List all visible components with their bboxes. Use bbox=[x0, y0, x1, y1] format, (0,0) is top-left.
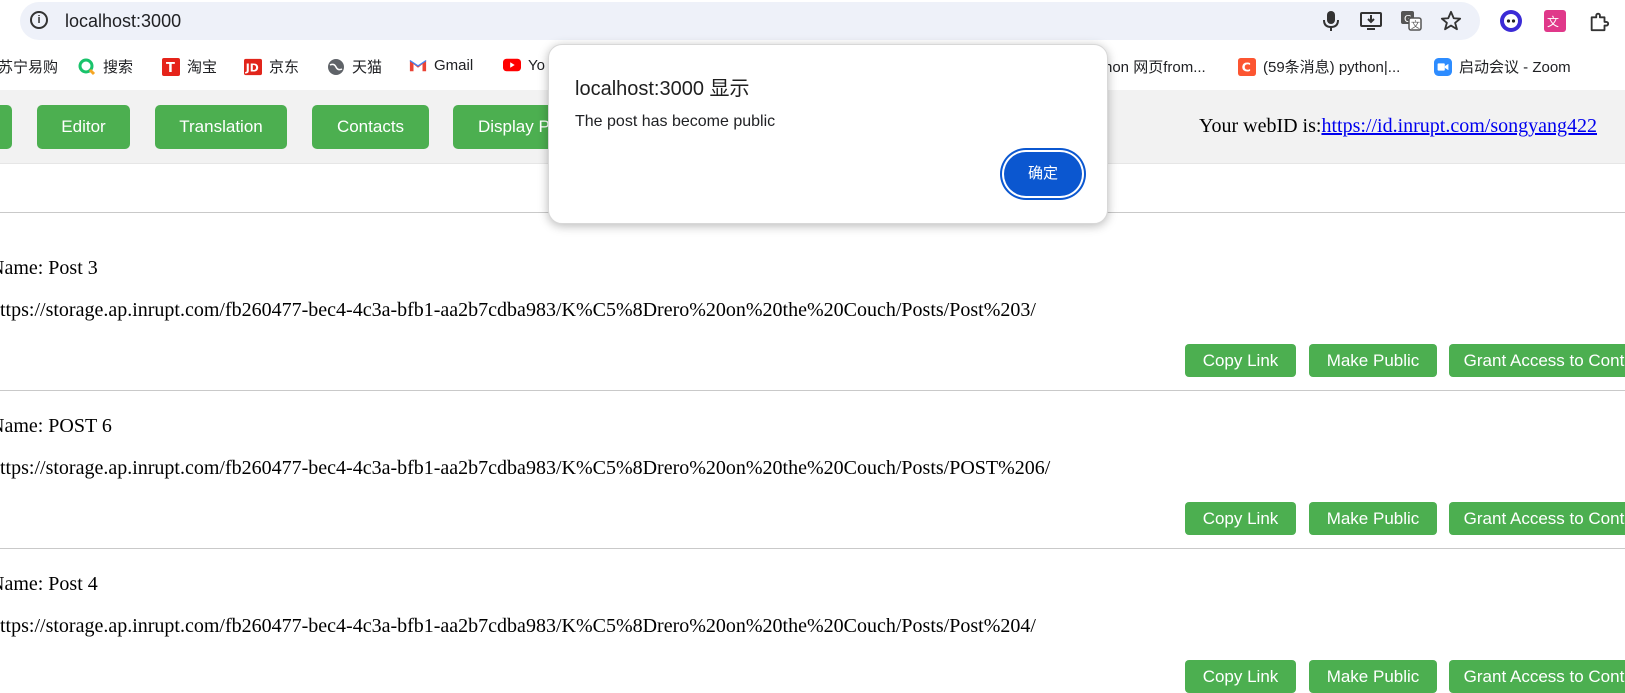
nav-button-translation[interactable]: Translation bbox=[155, 105, 287, 149]
bookmark-label: 京东 bbox=[269, 59, 300, 76]
youtube-icon bbox=[503, 56, 521, 74]
nav-button-hidden[interactable] bbox=[0, 105, 12, 149]
bookmark-zoom[interactable]: 启动会议 - Zoom bbox=[1434, 56, 1571, 77]
post-name: Name: POST 6 bbox=[0, 415, 112, 437]
bookmark-label: 苏宁易购 bbox=[0, 59, 59, 76]
bookmark-taobao[interactable]: T 淘宝 bbox=[162, 56, 217, 77]
bookmark-label: hon 网页from... bbox=[1104, 59, 1206, 76]
svg-text:JD: JD bbox=[245, 61, 259, 74]
alert-dialog: localhost:3000 显示 The post has become pu… bbox=[548, 44, 1108, 224]
svg-text:C: C bbox=[1242, 59, 1251, 74]
bookmark-label: Yo bbox=[528, 56, 545, 74]
webid-label: Your webID is: bbox=[1199, 115, 1322, 137]
install-app-icon[interactable] bbox=[1358, 9, 1384, 33]
post-url: https://storage.ap.inrupt.com/fb260477-b… bbox=[0, 615, 1036, 637]
browser-toolbar: i localhost:3000 G文 文 bbox=[0, 0, 1625, 42]
svg-text:文: 文 bbox=[1411, 19, 1420, 31]
nav-button-editor[interactable]: Editor bbox=[37, 105, 130, 149]
gmail-icon bbox=[409, 56, 427, 74]
dialog-ok-button[interactable]: 确定 bbox=[1004, 152, 1082, 196]
address-url[interactable]: localhost:3000 bbox=[65, 11, 181, 32]
svg-text:文: 文 bbox=[1547, 14, 1559, 29]
extension-face-icon[interactable] bbox=[1498, 8, 1524, 34]
grant-access-button[interactable]: Grant Access to Cont bbox=[1449, 502, 1625, 535]
bookmark-label: (59条消息) python|... bbox=[1263, 59, 1401, 76]
bookmark-gmail[interactable]: Gmail bbox=[409, 56, 473, 74]
post-name: Name: Post 4 bbox=[0, 573, 98, 595]
globe-icon bbox=[327, 58, 345, 76]
dialog-message: The post has become public bbox=[575, 113, 776, 130]
microphone-icon[interactable] bbox=[1318, 9, 1344, 33]
csdn-icon: C bbox=[1238, 57, 1256, 76]
grant-access-button[interactable]: Grant Access to Cont bbox=[1449, 344, 1625, 377]
extensions-puzzle-icon[interactable] bbox=[1586, 8, 1612, 34]
webid-link[interactable]: https://id.inrupt.com/songyang422 bbox=[1321, 115, 1597, 137]
zoom-icon bbox=[1434, 57, 1452, 76]
make-public-button[interactable]: Make Public bbox=[1309, 502, 1437, 535]
bookmark-python[interactable]: hon 网页from... bbox=[1104, 56, 1206, 77]
nav-button-contacts[interactable]: Contacts bbox=[312, 105, 429, 149]
taobao-icon: T bbox=[162, 57, 180, 76]
copy-link-button[interactable]: Copy Link bbox=[1185, 502, 1296, 535]
divider bbox=[0, 548, 1625, 549]
jd-icon: JD bbox=[244, 58, 262, 76]
bookmark-tmall[interactable]: 天猫 bbox=[327, 56, 382, 77]
bookmark-csdn[interactable]: C (59条消息) python|... bbox=[1238, 56, 1400, 77]
extension-translate-icon[interactable]: 文 bbox=[1542, 8, 1568, 34]
dialog-title: localhost:3000 显示 bbox=[575, 78, 750, 100]
site-info-icon[interactable]: i bbox=[30, 11, 48, 29]
bookmark-search[interactable]: 搜索 bbox=[78, 56, 133, 77]
translate-icon[interactable]: G文 bbox=[1398, 9, 1424, 33]
bookmark-label: Gmail bbox=[434, 56, 474, 74]
bookmark-suning[interactable]: 苏宁易购 bbox=[0, 56, 58, 77]
bookmark-label: 天猫 bbox=[352, 59, 383, 76]
bookmark-label: 搜索 bbox=[103, 59, 134, 76]
search-q-icon bbox=[78, 58, 96, 76]
bookmark-label: 淘宝 bbox=[187, 59, 218, 76]
post-url: https://storage.ap.inrupt.com/fb260477-b… bbox=[0, 457, 1051, 479]
copy-link-button[interactable]: Copy Link bbox=[1185, 344, 1296, 377]
bookmark-label: 启动会议 - Zoom bbox=[1459, 59, 1571, 76]
address-bar[interactable]: i localhost:3000 G文 bbox=[20, 2, 1480, 40]
bookmark-star-icon[interactable] bbox=[1438, 9, 1464, 33]
svg-text:T: T bbox=[166, 61, 175, 76]
post-name: Name: Post 3 bbox=[0, 257, 98, 279]
divider bbox=[0, 390, 1625, 391]
webid-display: Your webID is:https://id.inrupt.com/song… bbox=[1199, 115, 1597, 138]
bookmark-jd[interactable]: JD 京东 bbox=[244, 56, 299, 77]
bookmark-youtube[interactable]: Yo bbox=[503, 56, 545, 74]
make-public-button[interactable]: Make Public bbox=[1309, 344, 1437, 377]
post-url: https://storage.ap.inrupt.com/fb260477-b… bbox=[0, 299, 1036, 321]
